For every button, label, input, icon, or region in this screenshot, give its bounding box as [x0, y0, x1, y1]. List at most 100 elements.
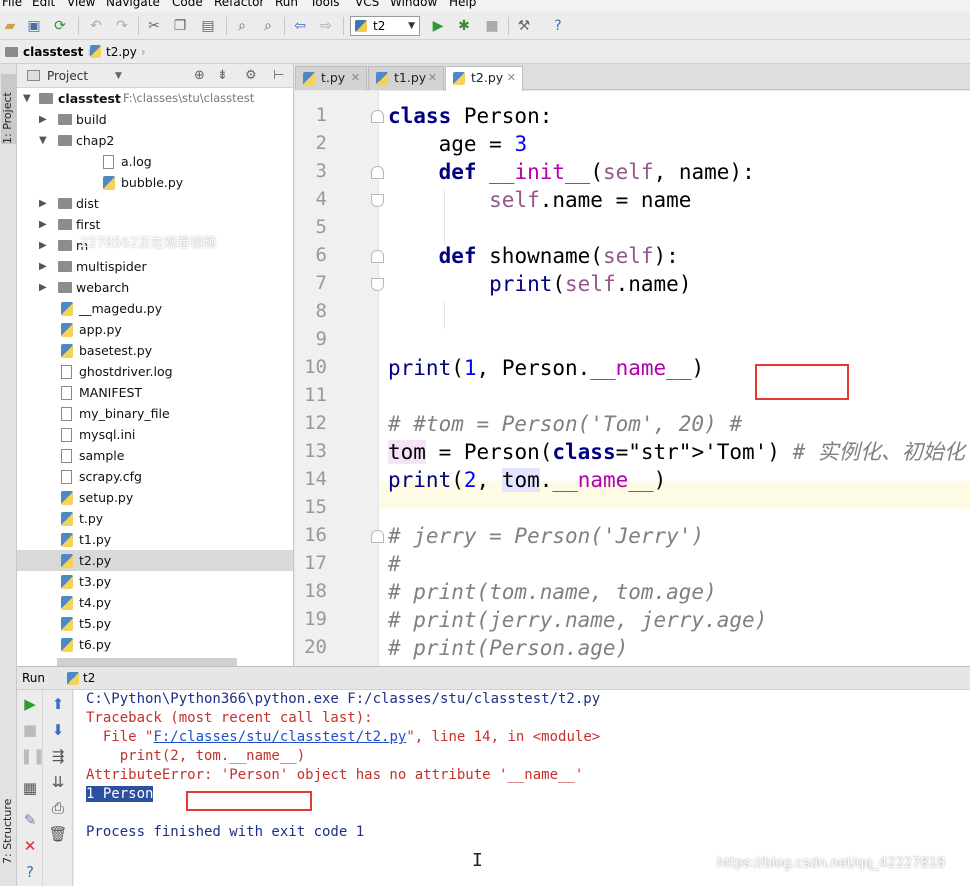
- tree-file-item[interactable]: ghostdriver.log: [17, 361, 293, 382]
- tab-t-py[interactable]: t.py ✕: [295, 66, 367, 90]
- tree-file-item[interactable]: scrapy.cfg: [17, 466, 293, 487]
- tab-project-tool[interactable]: 1: Project: [1, 74, 16, 144]
- tree-file-item[interactable]: mysql.ini: [17, 424, 293, 445]
- tree-file-item[interactable]: t2.py: [17, 550, 293, 571]
- menu-file[interactable]: File: [2, 0, 22, 9]
- run-panel-title[interactable]: Run: [22, 671, 45, 685]
- menu-run[interactable]: Run: [275, 0, 298, 9]
- help-icon[interactable]: ?: [20, 862, 40, 882]
- menu-view[interactable]: View: [67, 0, 95, 9]
- run-console[interactable]: C:\Python\Python366\python.exe F:/classe…: [74, 690, 970, 886]
- gear-icon[interactable]: ⚙: [245, 68, 257, 83]
- tree-file-item[interactable]: t3.py: [17, 571, 293, 592]
- code-editor[interactable]: 1 2 3 4 5 6 7 8 9 10 11 12 13 14 15 16 17 18 19 20 class Pe…: [295, 91, 970, 666]
- stop-icon[interactable]: ■: [20, 720, 40, 740]
- save-icon[interactable]: ▣: [24, 16, 44, 36]
- rerun-icon[interactable]: ▶: [20, 694, 40, 714]
- menu-edit[interactable]: Edit: [32, 0, 55, 9]
- redo-icon[interactable]: ↷: [112, 16, 132, 36]
- breadcrumb-project[interactable]: classtest›: [5, 44, 96, 60]
- project-hscrollbar[interactable]: [57, 658, 237, 666]
- run-config-select[interactable]: t2 ▼: [350, 16, 420, 36]
- tree-file-item[interactable]: MANIFEST: [17, 382, 293, 403]
- undo-icon[interactable]: ↶: [86, 16, 106, 36]
- fold-marker-icon[interactable]: [371, 166, 384, 179]
- close-icon[interactable]: ✕: [351, 67, 360, 89]
- tree-file-item[interactable]: __magedu.py: [17, 298, 293, 319]
- chevron-down-icon[interactable]: ▼: [115, 71, 122, 81]
- tree-folder-item[interactable]: ▶ multispider: [17, 256, 293, 277]
- close-icon[interactable]: ✕: [20, 836, 40, 856]
- stop-icon[interactable]: ■: [482, 16, 502, 36]
- fold-marker-icon[interactable]: [371, 278, 384, 291]
- back-icon[interactable]: ⇦: [290, 16, 310, 36]
- chevron-right-icon[interactable]: ▶: [39, 277, 49, 298]
- tab-t2-py[interactable]: t2.py ✕: [445, 66, 523, 91]
- tree-file-item[interactable]: t.py: [17, 508, 293, 529]
- chevron-down-icon[interactable]: ▼: [39, 130, 49, 151]
- settings-wrench-icon[interactable]: ⚒: [514, 16, 534, 36]
- cut-icon[interactable]: ✂: [144, 16, 164, 36]
- chevron-right-icon[interactable]: ▶: [39, 256, 49, 277]
- forward-icon[interactable]: ⇨: [316, 16, 336, 36]
- replace-icon[interactable]: ⌕: [258, 16, 278, 36]
- menu-code[interactable]: Code: [172, 0, 203, 9]
- close-icon[interactable]: ✕: [428, 67, 437, 89]
- tree-file-item[interactable]: sample: [17, 445, 293, 466]
- menu-navigate[interactable]: Navigate: [106, 0, 160, 9]
- chevron-right-icon[interactable]: ▶: [39, 109, 49, 130]
- breadcrumb-file[interactable]: t2.py ›: [90, 44, 150, 60]
- menu-refactor[interactable]: Refactor: [214, 0, 264, 9]
- paste-icon[interactable]: ▤: [198, 16, 218, 36]
- tree-file-item[interactable]: bubble.py: [17, 172, 293, 193]
- menu-help[interactable]: Help: [449, 0, 476, 9]
- fold-marker-icon[interactable]: [371, 194, 384, 207]
- debug-icon[interactable]: ✱: [454, 16, 474, 36]
- tab-t1-py[interactable]: t1.py ✕: [368, 66, 444, 90]
- collapse-all-icon[interactable]: ⇟: [217, 68, 228, 83]
- fold-marker-icon[interactable]: [371, 250, 384, 263]
- find-icon[interactable]: ⌕: [232, 16, 252, 36]
- help-icon[interactable]: ?: [548, 16, 568, 36]
- tree-folder-item[interactable]: ▶ dist: [17, 193, 293, 214]
- print-icon[interactable]: ⎙: [48, 798, 68, 818]
- chevron-right-icon[interactable]: ▶: [39, 214, 49, 235]
- run-config-tab[interactable]: t2: [83, 671, 95, 685]
- tree-file-item[interactable]: my_binary_file: [17, 403, 293, 424]
- tree-file-item[interactable]: t6.py: [17, 634, 293, 655]
- tree-file-item[interactable]: app.py: [17, 319, 293, 340]
- tree-file-item[interactable]: setup.py: [17, 487, 293, 508]
- menu-tools[interactable]: Tools: [310, 0, 340, 9]
- soft-wrap-icon[interactable]: ⇶: [48, 746, 68, 766]
- arrow-up-icon[interactable]: ⬆: [48, 694, 68, 714]
- chevron-right-icon[interactable]: ▶: [39, 235, 49, 256]
- tree-folder-item[interactable]: ▼ chap2: [17, 130, 293, 151]
- chevron-right-icon[interactable]: ▶: [39, 193, 49, 214]
- trash-icon[interactable]: 🗑: [48, 824, 68, 844]
- fold-marker-icon[interactable]: [371, 530, 384, 543]
- scroll-from-source-icon[interactable]: ⊕: [194, 68, 205, 83]
- tree-folder-item[interactable]: ▶ webarch: [17, 277, 293, 298]
- open-icon[interactable]: ▰: [0, 16, 20, 36]
- arrow-down-icon[interactable]: ⬇: [48, 720, 68, 740]
- pause-icon[interactable]: ❚❚: [20, 746, 45, 766]
- chevron-down-icon[interactable]: ▼: [23, 88, 33, 109]
- tree-file-item[interactable]: t1.py: [17, 529, 293, 550]
- menu-vcs[interactable]: VCS: [355, 0, 379, 9]
- fold-marker-icon[interactable]: [371, 110, 384, 123]
- tree-file-item[interactable]: basetest.py: [17, 340, 293, 361]
- hide-panel-icon[interactable]: ⊢: [273, 68, 284, 83]
- layout-icon[interactable]: ▦: [20, 778, 40, 798]
- copy-icon[interactable]: ❐: [170, 16, 190, 36]
- traceback-file-link[interactable]: F:/classes/stu/classtest/t2.py: [153, 729, 406, 745]
- close-icon[interactable]: ✕: [507, 67, 516, 89]
- pin-icon[interactable]: ✎: [20, 810, 40, 830]
- tab-structure-tool[interactable]: 7: Structure: [1, 784, 16, 864]
- tree-folder-item[interactable]: ▶ build: [17, 109, 293, 130]
- tree-file-item[interactable]: t4.py: [17, 592, 293, 613]
- tree-file-item[interactable]: a.log: [17, 151, 293, 172]
- project-view-select[interactable]: Project: [47, 69, 88, 83]
- sync-icon[interactable]: ⟳: [50, 16, 70, 36]
- run-icon[interactable]: ▶: [428, 16, 448, 36]
- menu-window[interactable]: Window: [390, 0, 437, 9]
